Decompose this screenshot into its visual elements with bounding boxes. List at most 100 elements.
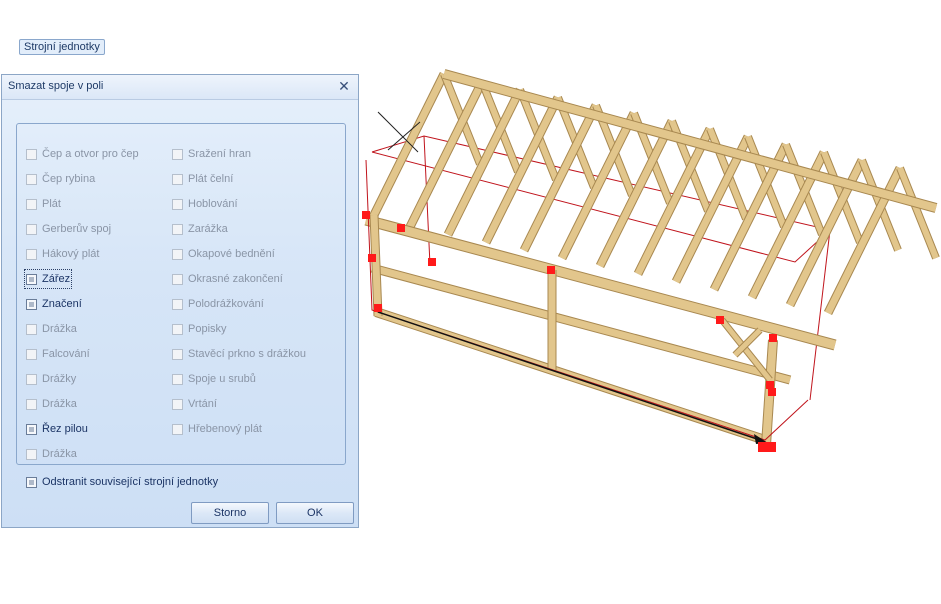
checkbox-right_column-9[interactable]: Spoje u srubů — [172, 371, 256, 387]
checkbox-box[interactable] — [26, 373, 37, 385]
checkbox-label: Značení — [42, 298, 82, 310]
cancel-button[interactable]: Storno — [191, 502, 269, 524]
checkbox-label: Zarážka — [188, 223, 228, 235]
checkbox-box[interactable] — [26, 248, 37, 260]
checkbox-label: Spoje u srubů — [188, 373, 256, 385]
checkbox-right_column-5[interactable]: Okrasné zakončení — [172, 271, 283, 287]
checkbox-box[interactable] — [26, 398, 37, 410]
dialog-title: Smazat spoje v poli — [8, 80, 104, 92]
checkbox-label: Okrasné zakončení — [188, 273, 283, 285]
checkbox-left_column-3[interactable]: Gerberův spoj — [26, 221, 111, 237]
joint-marker-10 — [769, 334, 777, 342]
checkbox-box[interactable] — [26, 423, 37, 435]
remove-related-checkbox[interactable]: Odstranit související strojní jednotky — [26, 474, 218, 490]
corner-post — [370, 214, 382, 317]
checkbox-right_column-11[interactable]: Hřebenový plát — [172, 421, 262, 437]
checkbox-label: Polodrážkování — [188, 298, 264, 310]
dialog-titlebar[interactable]: Smazat spoje v poli ✕ — [2, 75, 358, 100]
checkbox-label: Hřebenový plát — [188, 423, 262, 435]
checkbox-left_column-9[interactable]: Drážky — [26, 371, 76, 387]
checkbox-box[interactable] — [26, 273, 37, 285]
checkbox-box[interactable] — [172, 223, 183, 235]
rafter-front-1 — [406, 80, 486, 229]
checkbox-box[interactable] — [26, 298, 37, 310]
checkbox-right_column-4[interactable]: Okapové bednění — [172, 246, 275, 262]
checkbox-left_column-10[interactable]: Drážka — [26, 396, 77, 412]
checkbox-label: Drážka — [42, 323, 77, 335]
close-icon[interactable]: ✕ — [336, 78, 352, 94]
joint-marker-0 — [362, 211, 370, 219]
checkbox-right_column-2[interactable]: Hoblování — [172, 196, 238, 212]
rafter-front-0 — [368, 72, 448, 221]
checkbox-right_column-3[interactable]: Zarážka — [172, 221, 228, 237]
checkbox-label: Okapové bednění — [188, 248, 275, 260]
checkbox-label: Čep a otvor pro čep — [42, 148, 139, 160]
checkbox-left_column-4[interactable]: Hákový plát — [26, 246, 99, 262]
checkbox-right_column-8[interactable]: Stavěcí prkno s drážkou — [172, 346, 306, 362]
checkbox-box[interactable] — [172, 198, 183, 210]
checkbox-left_column-11[interactable]: Řez pilou — [26, 421, 88, 437]
checkbox-box[interactable] — [26, 223, 37, 235]
checkbox-right_column-7[interactable]: Popisky — [172, 321, 227, 337]
joint-marker-8 — [716, 316, 724, 324]
checkbox-box[interactable] — [172, 273, 183, 285]
checkbox-box[interactable] — [26, 476, 37, 488]
checkbox-label: Odstranit související strojní jednotky — [42, 476, 219, 488]
joint-marker-5 — [547, 266, 555, 274]
checkbox-right_column-1[interactable]: Plát čelní — [172, 171, 233, 187]
checkbox-label: Plát čelní — [188, 173, 234, 185]
checkbox-label: Drážka — [42, 398, 77, 410]
checkbox-left_column-2[interactable]: Plát — [26, 196, 61, 212]
checkbox-label: Hoblování — [188, 198, 238, 210]
checkbox-left_column-7[interactable]: Drážka — [26, 321, 77, 337]
checkbox-left_column-8[interactable]: Falcování — [26, 346, 90, 362]
joint-marker-1 — [397, 224, 405, 232]
checkbox-left_column-6[interactable]: Značení — [26, 296, 82, 312]
checkbox-box[interactable] — [172, 398, 183, 410]
checkbox-box[interactable] — [26, 323, 37, 335]
checkbox-label: Řez pilou — [42, 423, 88, 435]
checkbox-box[interactable] — [26, 198, 37, 210]
delete-joints-dialog: Smazat spoje v poli ✕ Čep a otvor pro če… — [1, 74, 359, 528]
checkbox-label: Popisky — [188, 323, 227, 335]
group-label: Strojní jednotky — [19, 39, 105, 55]
checkbox-box[interactable] — [26, 148, 37, 160]
checkbox-left_column-12[interactable]: Drážka — [26, 446, 77, 462]
direction-line — [377, 311, 761, 441]
checkbox-label: Gerberův spoj — [42, 223, 112, 235]
checkbox-box[interactable] — [26, 348, 37, 360]
checkbox-label: Drážka — [42, 448, 77, 460]
checkbox-box[interactable] — [172, 323, 183, 335]
checkbox-left_column-1[interactable]: Čep rybina — [26, 171, 95, 187]
checkbox-label: Hákový plát — [42, 248, 100, 260]
joint-marker-base — [758, 442, 776, 452]
rafter-back-12 — [897, 166, 939, 260]
checkbox-right_column-0[interactable]: Sražení hran — [172, 146, 251, 162]
checkbox-label: Drážky — [42, 373, 77, 385]
joint-marker-6 — [768, 388, 776, 396]
checkbox-box[interactable] — [172, 348, 183, 360]
checkbox-label: Plát — [42, 198, 61, 210]
checkbox-box[interactable] — [172, 373, 183, 385]
checkbox-box[interactable] — [172, 423, 183, 435]
checkbox-label: Vrtání — [188, 398, 217, 410]
checkbox-box[interactable] — [172, 148, 183, 160]
checkbox-box[interactable] — [172, 248, 183, 260]
checkbox-right_column-10[interactable]: Vrtání — [172, 396, 217, 412]
ok-button[interactable]: OK — [276, 502, 354, 524]
checkbox-box[interactable] — [26, 173, 37, 185]
checkbox-left_column-5[interactable]: Zářez — [23, 269, 73, 289]
checkbox-right_column-6[interactable]: Polodrážkování — [172, 296, 264, 312]
joint-marker-3 — [374, 304, 382, 312]
checkbox-box[interactable] — [172, 173, 183, 185]
checkbox-box[interactable] — [172, 298, 183, 310]
joint-marker-9 — [766, 381, 774, 389]
checkbox-label: Sražení hran — [188, 148, 251, 160]
checkbox-box[interactable] — [26, 448, 37, 460]
checkbox-label: Zářez — [42, 273, 71, 285]
checkbox-label: Čep rybina — [42, 173, 96, 185]
checkbox-label: Falcování — [42, 348, 90, 360]
checkbox-left_column-0[interactable]: Čep a otvor pro čep — [26, 146, 139, 162]
checkbox-label: Stavěcí prkno s drážkou — [188, 348, 307, 360]
joint-marker-2 — [368, 254, 376, 262]
